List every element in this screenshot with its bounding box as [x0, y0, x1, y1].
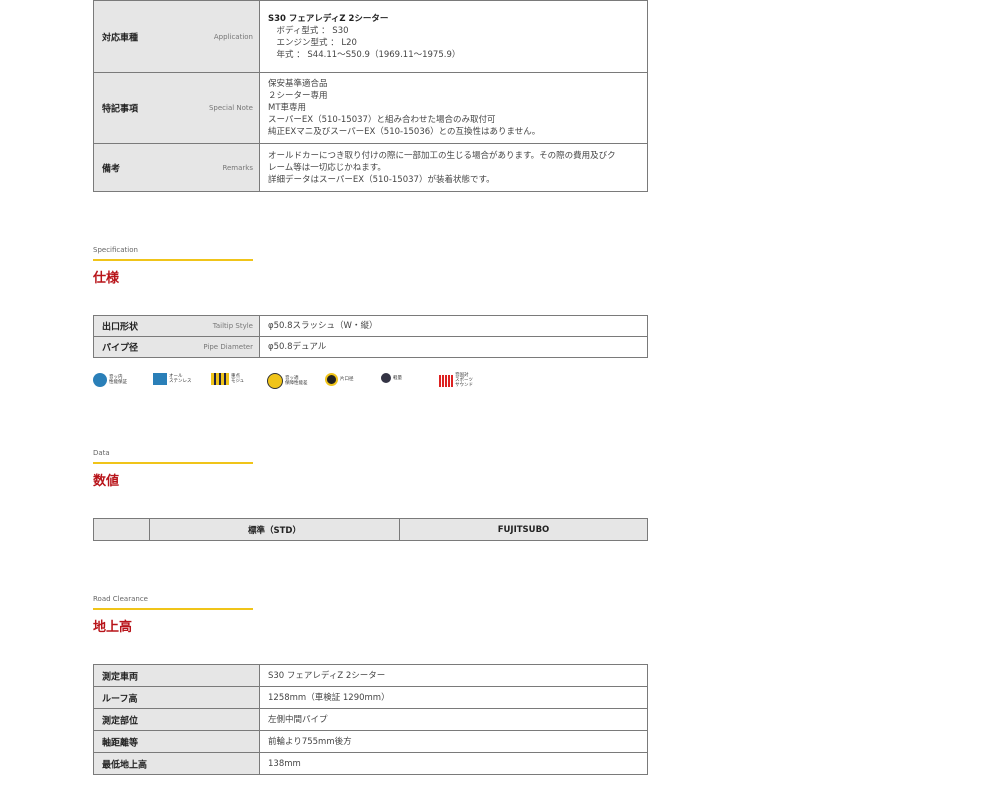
section-label-en: Specification [93, 246, 138, 254]
icon-label: オール ステンレス [169, 374, 192, 384]
value-line: エンジン型式 ： L20 [268, 37, 357, 48]
table-row: 測定車両 S30 フェアレディZ 2シーター [93, 664, 648, 687]
section-underline [93, 462, 253, 464]
table-row: 備考 Remarks オールドカーにつき取り付けの際に一部加工の生じる場合があり… [93, 143, 648, 192]
vehicle-name: S30 フェアレディZ 2シーター [268, 13, 389, 24]
column-header: FUJITSUBO [399, 518, 648, 541]
page: 対応車種 Application S30 フェアレディZ 2シーター ボディ型式… [0, 0, 997, 801]
single-icon: 片口径 [325, 373, 354, 386]
icon-label: 重点 モジュ [231, 374, 245, 384]
low-noise-icon: 音ッ内 性能保証 [93, 373, 127, 387]
icon-label: 軽量 [393, 375, 402, 381]
value-line: スーパーEX（510-15037）と組み合わせた場合のみ取付可 [268, 115, 496, 125]
row-label: 特記事項 [102, 104, 139, 115]
column-header [93, 518, 150, 541]
row-value: 1258mm（車検証 1290mm） [259, 686, 648, 709]
clearance-table: 測定車両 S30 フェアレディZ 2シーター ルーフ高 1258mm（車検証 1… [93, 664, 648, 775]
spec-table: 出口形状 Tailtip Style φ50.8スラッシュ（W・縦） パイプ径 … [93, 315, 648, 358]
row-header: 対応車種 Application [93, 0, 260, 73]
row-header: 出口形状 Tailtip Style [93, 315, 260, 337]
row-header: ルーフ高 [93, 686, 260, 709]
row-value: 左側中間パイプ [259, 708, 648, 731]
row-header: 軸距離等 [93, 730, 260, 753]
row-value: 138mm [259, 752, 648, 775]
row-header: パイプ径 Pipe Diameter [93, 336, 260, 358]
value-line: レーム等は一切応じかねます。 [268, 162, 386, 173]
row-header: 特記事項 Special Note [93, 72, 260, 144]
value-line: 純正EXマニ及びスーパーEX（510-15036）との互換性はありません。 [268, 127, 541, 137]
table-row: 対応車種 Application S30 フェアレディZ 2シーター ボディ型式… [93, 0, 648, 73]
weight-icon: 軽量 [381, 373, 402, 383]
icon-label: 音ッ内 性能保証 [109, 375, 127, 385]
value-line: 保安基準適合品 [268, 79, 328, 89]
section-label-en: Road Clearance [93, 595, 148, 603]
row-label-en: Special Note [208, 104, 253, 112]
row-label-en: Application [213, 32, 253, 41]
table-row: 軸距離等 前輪より755mm後方 [93, 730, 648, 753]
row-label: 測定部位 [102, 716, 139, 726]
value-line: MT車専用 [268, 103, 307, 113]
section-underline [93, 259, 253, 261]
section-title: 数値 [93, 474, 120, 489]
data-table: 標準（STD） FUJITSUBO [93, 518, 648, 541]
row-label-en: Pipe Diameter [203, 343, 253, 351]
row-value: S30 フェアレディZ 2シーター ボディ型式 ： S30 エンジン型式 ： L… [259, 0, 648, 73]
feature-icons: 音ッ内 性能保証 オール ステンレス 重点 モジュ 音ッ適 保障性能差 片口径 … [93, 373, 493, 393]
row-label-en: Remarks [222, 163, 253, 172]
row-value: S30 フェアレディZ 2シーター [259, 664, 648, 687]
icon-label: 音国対 スポーツ サウンド [455, 373, 473, 388]
table-row: 測定部位 左側中間パイプ [93, 708, 648, 731]
row-label: 軸距離等 [102, 738, 139, 748]
row-label: パイプ径 [102, 343, 139, 354]
row-label: 対応車種 [102, 33, 139, 43]
section-label-en: Data [93, 449, 110, 457]
value-line: オールドカーにつき取り付けの際に一部加工の生じる場合があります。その際の費用及び… [268, 150, 616, 161]
row-header: 最低地上高 [93, 752, 260, 775]
application-table: 対応車種 Application S30 フェアレディZ 2シーター ボディ型式… [93, 0, 648, 192]
row-value: 前輪より755mm後方 [259, 730, 648, 753]
sound-guarantee-icon: 音ッ適 保障性能差 [267, 373, 308, 389]
row-label-en: Tailtip Style [212, 322, 253, 330]
row-value: φ50.8デュアル [259, 336, 648, 358]
icon-label: 音ッ適 保障性能差 [285, 376, 308, 386]
row-label: 出口形状 [102, 322, 139, 333]
value-line: 詳細データはスーパーEX（510-15037）が装着状態です。 [268, 174, 495, 185]
value-line: ２シーター専用 [268, 91, 328, 101]
table-row: 最低地上高 138mm [93, 752, 648, 775]
row-value: 保安基準適合品 ２シーター専用 MT車専用 スーパーEX（510-15037）と… [259, 72, 648, 144]
row-value: オールドカーにつき取り付けの際に一部加工の生じる場合があります。その際の費用及び… [259, 143, 648, 192]
row-label: ルーフ高 [102, 694, 138, 704]
row-header: 測定部位 [93, 708, 260, 731]
icon-label: 片口径 [340, 377, 354, 382]
row-label: 最低地上高 [102, 760, 148, 770]
row-label: 備考 [102, 164, 121, 174]
stainless-icon: オール ステンレス [153, 373, 192, 385]
table-header-row: 標準（STD） FUJITSUBO [93, 518, 648, 541]
section-title: 仕様 [93, 271, 120, 286]
row-header: 測定車両 [93, 664, 260, 687]
value-line: ボディ型式 ： S30 [268, 25, 349, 36]
section-title: 地上高 [93, 620, 133, 635]
row-header: 備考 Remarks [93, 143, 260, 192]
table-row: ルーフ高 1258mm（車検証 1290mm） [93, 686, 648, 709]
row-value: φ50.8スラッシュ（W・縦） [259, 315, 648, 337]
compact-icon: 重点 モジュ [211, 373, 244, 385]
value-line: 年式 ： S44.11～S50.9（1969.11～1975.9） [268, 49, 461, 60]
table-row: 特記事項 Special Note 保安基準適合品 ２シーター専用 MT車専用 … [93, 72, 648, 144]
table-row: パイプ径 Pipe Diameter φ50.8デュアル [93, 336, 648, 358]
sound-icon: 音国対 スポーツ サウンド [439, 373, 473, 388]
section-underline [93, 608, 253, 610]
column-header: 標準（STD） [149, 518, 400, 541]
table-row: 出口形状 Tailtip Style φ50.8スラッシュ（W・縦） [93, 315, 648, 337]
row-label: 測定車両 [102, 672, 139, 682]
